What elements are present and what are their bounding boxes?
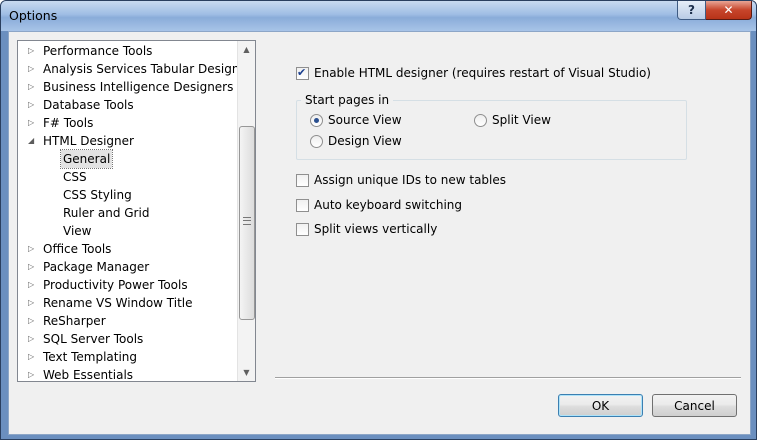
options-dialog: Options ? ✕ ▷ Performance Tools ▷ Analysis … bbox=[0, 0, 757, 440]
collapsed-arrow-icon[interactable]: ▷ bbox=[28, 258, 38, 276]
enable-html-designer-checkbox[interactable] bbox=[296, 65, 309, 81]
tree-item-label: Web Essentials bbox=[43, 368, 134, 382]
tree-item-css-styling[interactable]: CSS Styling bbox=[61, 186, 134, 204]
split-views-vertically-checkbox[interactable] bbox=[296, 222, 309, 236]
help-button[interactable]: ? bbox=[677, 1, 706, 20]
enable-html-designer-option[interactable]: Enable HTML designer (requires restart o… bbox=[296, 65, 651, 81]
design-view-radio[interactable] bbox=[310, 134, 323, 148]
tree-item-label: Office Tools bbox=[43, 242, 112, 256]
split-view-radio[interactable] bbox=[474, 113, 487, 127]
caption-buttons: ? ✕ bbox=[677, 1, 752, 20]
tree-item-label: Productivity Power Tools bbox=[43, 278, 188, 292]
split-view-label: Split View bbox=[492, 113, 551, 127]
tree-item-label: HTML Designer bbox=[43, 134, 134, 148]
collapsed-arrow-icon[interactable]: ▷ bbox=[28, 348, 38, 366]
collapsed-arrow-icon[interactable]: ▷ bbox=[28, 330, 38, 348]
assign-unique-ids-label: Assign unique IDs to new tables bbox=[314, 173, 507, 187]
auto-keyboard-switching-checkbox[interactable] bbox=[296, 198, 309, 212]
collapsed-arrow-icon[interactable]: ▷ bbox=[28, 240, 38, 258]
tree-item-label: View bbox=[63, 224, 92, 238]
auto-keyboard-switching-option[interactable]: Auto keyboard switching bbox=[296, 197, 462, 213]
collapsed-arrow-icon[interactable]: ▷ bbox=[28, 276, 38, 294]
help-icon: ? bbox=[688, 3, 695, 17]
collapsed-arrow-icon[interactable]: ▷ bbox=[28, 42, 38, 60]
scroll-up-icon: ▲ bbox=[243, 45, 250, 54]
tree-item-css[interactable]: CSS bbox=[61, 168, 89, 186]
collapsed-arrow-icon[interactable]: ▷ bbox=[28, 294, 38, 312]
enable-html-designer-label: Enable HTML designer (requires restart o… bbox=[314, 66, 651, 80]
cancel-button[interactable]: Cancel bbox=[652, 394, 737, 417]
tree-item-label: Ruler and Grid bbox=[63, 206, 150, 220]
options-tree[interactable]: ▷ Performance Tools ▷ Analysis Services Tab… bbox=[17, 40, 256, 382]
split-view-option[interactable]: Split View bbox=[474, 112, 551, 128]
design-view-label: Design View bbox=[328, 134, 402, 148]
tree-item-label: Text Templating bbox=[43, 350, 138, 364]
close-button[interactable]: ✕ bbox=[706, 1, 752, 20]
start-pages-title: Start pages in bbox=[301, 92, 394, 108]
collapsed-arrow-icon[interactable]: ▷ bbox=[28, 114, 38, 132]
collapsed-arrow-icon[interactable]: ▷ bbox=[28, 96, 38, 114]
title-bar[interactable]: Options ? ✕ bbox=[1, 1, 756, 31]
scrollbar-thumb[interactable] bbox=[239, 126, 255, 320]
dialog-client-area: ▷ Performance Tools ▷ Analysis Services Tab… bbox=[8, 31, 751, 435]
tree-item-label: SQL Server Tools bbox=[43, 332, 144, 346]
collapsed-arrow-icon[interactable]: ▷ bbox=[28, 60, 38, 78]
source-view-option[interactable]: Source View bbox=[310, 112, 402, 128]
tree-item-label: Database Tools bbox=[43, 98, 134, 112]
auto-keyboard-switching-label: Auto keyboard switching bbox=[314, 198, 463, 212]
source-view-label: Source View bbox=[328, 113, 402, 127]
ok-button[interactable]: OK bbox=[558, 394, 643, 417]
assign-unique-ids-option[interactable]: Assign unique IDs to new tables bbox=[296, 172, 506, 188]
assign-unique-ids-checkbox[interactable] bbox=[296, 173, 309, 187]
tree-item-label: CSS Styling bbox=[63, 188, 132, 202]
scroll-down-icon: ▼ bbox=[243, 368, 250, 377]
grip-icon bbox=[243, 217, 251, 225]
design-view-option[interactable]: Design View bbox=[310, 133, 402, 149]
tree-item-label: General bbox=[63, 152, 111, 166]
scroll-up-button[interactable]: ▲ bbox=[238, 41, 255, 58]
tree-item-ruler-and-grid[interactable]: Ruler and Grid bbox=[61, 204, 151, 222]
scroll-down-button[interactable]: ▼ bbox=[238, 364, 255, 381]
window-title: Options bbox=[9, 8, 58, 23]
tree-item-label: Business Intelligence Designers bbox=[43, 80, 234, 94]
collapsed-arrow-icon[interactable]: ▷ bbox=[28, 366, 38, 381]
tree-item-view[interactable]: View bbox=[61, 222, 93, 240]
start-pages-group bbox=[296, 100, 687, 160]
tree-scrollbar[interactable]: ▲ ▼ bbox=[237, 41, 255, 381]
tree-item-label: CSS bbox=[63, 170, 87, 184]
tree-item-label: F# Tools bbox=[43, 116, 94, 130]
tree-item-general[interactable]: General bbox=[59, 149, 114, 169]
tree-item-label: Rename VS Window Title bbox=[43, 296, 193, 310]
collapsed-arrow-icon[interactable]: ▷ bbox=[28, 312, 38, 330]
expanded-arrow-icon[interactable]: ◢ bbox=[28, 132, 38, 150]
split-views-vertically-label: Split views vertically bbox=[314, 222, 438, 236]
tree-item-label: ReSharper bbox=[43, 314, 106, 328]
tree-item-label: Package Manager bbox=[43, 260, 150, 274]
separator bbox=[275, 377, 741, 379]
tree-item-label: Analysis Services Tabular Designers bbox=[43, 62, 256, 76]
split-views-vertically-option[interactable]: Split views vertically bbox=[296, 221, 437, 237]
tree-item-label: Performance Tools bbox=[43, 44, 153, 58]
source-view-radio[interactable] bbox=[310, 113, 323, 127]
collapsed-arrow-icon[interactable]: ▷ bbox=[28, 78, 38, 96]
close-icon: ✕ bbox=[723, 3, 734, 17]
